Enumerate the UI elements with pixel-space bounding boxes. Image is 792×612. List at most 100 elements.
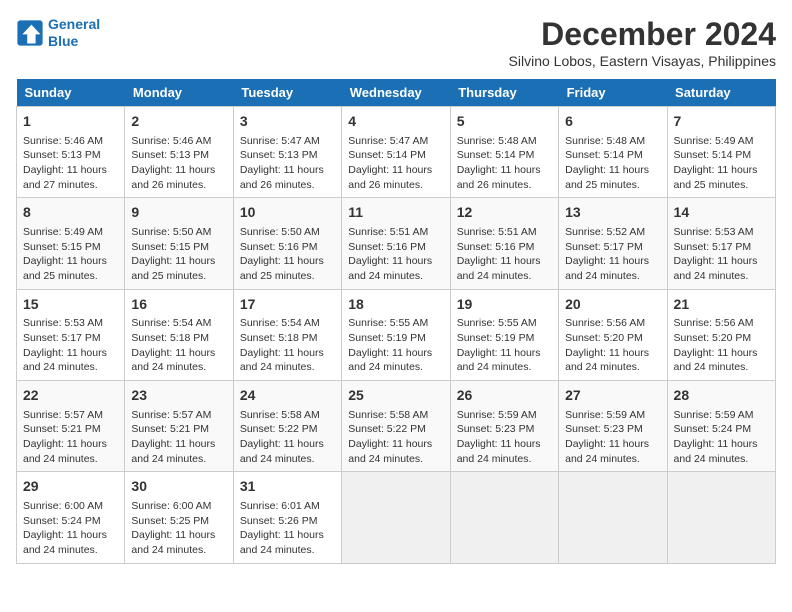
daylight-text: Daylight: 11 hours and 26 minutes. [457, 164, 541, 191]
day-number: 4 [348, 112, 443, 132]
day-number: 2 [131, 112, 226, 132]
day-number: 24 [240, 386, 335, 406]
sunrise-text: Sunrise: 5:49 AM [674, 135, 754, 147]
logo-text: General Blue [48, 16, 100, 50]
header-tuesday: Tuesday [233, 79, 341, 107]
calendar-cell: 21Sunrise: 5:56 AMSunset: 5:20 PMDayligh… [667, 289, 775, 380]
sunset-text: Sunset: 5:17 PM [565, 241, 643, 253]
calendar-cell: 3Sunrise: 5:47 AMSunset: 5:13 PMDaylight… [233, 107, 341, 198]
day-number: 9 [131, 203, 226, 223]
day-number: 30 [131, 477, 226, 497]
calendar-cell: 20Sunrise: 5:56 AMSunset: 5:20 PMDayligh… [559, 289, 667, 380]
sunrise-text: Sunrise: 5:50 AM [131, 226, 211, 238]
daylight-text: Daylight: 11 hours and 25 minutes. [240, 255, 324, 282]
sunrise-text: Sunrise: 5:51 AM [457, 226, 537, 238]
calendar-week-row: 1Sunrise: 5:46 AMSunset: 5:13 PMDaylight… [17, 107, 776, 198]
sunset-text: Sunset: 5:15 PM [131, 241, 209, 253]
calendar-cell: 19Sunrise: 5:55 AMSunset: 5:19 PMDayligh… [450, 289, 558, 380]
daylight-text: Daylight: 11 hours and 24 minutes. [240, 438, 324, 465]
daylight-text: Daylight: 11 hours and 24 minutes. [565, 347, 649, 374]
sunset-text: Sunset: 5:15 PM [23, 241, 101, 253]
calendar-week-row: 22 Sunrise: 5:57 AM Sunset: 5:21 PM Dayligh… [17, 381, 776, 472]
sunset-text: Sunset: 5:20 PM [674, 332, 752, 344]
daylight-text: Daylight: 11 hours and 25 minutes. [23, 255, 107, 282]
location-title: Silvino Lobos, Eastern Visayas, Philippi… [509, 53, 776, 69]
header-friday: Friday [559, 79, 667, 107]
day-number: 26 [457, 386, 552, 406]
day-number: 17 [240, 295, 335, 315]
sunset-text: Sunset: 5:13 PM [23, 149, 101, 161]
sunset-text: Sunset: 5:16 PM [348, 241, 426, 253]
sunset-text: Sunset: 5:13 PM [131, 149, 209, 161]
daylight-text: Daylight: 11 hours and 24 minutes. [457, 347, 541, 374]
day-number: 22 [23, 386, 118, 406]
sunrise-text: Sunrise: 6:01 AM [240, 500, 320, 512]
sunset-text: Sunset: 5:21 PM [131, 423, 209, 435]
calendar-cell: 22Sunrise: 5:57 AMSunset: 5:21 PMDayligh… [17, 381, 125, 472]
calendar-cell: 10Sunrise: 5:50 AMSunset: 5:16 PMDayligh… [233, 198, 341, 289]
sunrise-text: Sunrise: 5:49 AM [23, 226, 103, 238]
sunset-text: Sunset: 5:17 PM [674, 241, 752, 253]
day-number: 28 [674, 386, 769, 406]
daylight-text: Daylight: 11 hours and 24 minutes. [457, 255, 541, 282]
day-number: 6 [565, 112, 660, 132]
calendar-cell: 25Sunrise: 5:58 AMSunset: 5:22 PMDayligh… [342, 381, 450, 472]
daylight-text: Daylight: 11 hours and 24 minutes. [131, 438, 215, 465]
sunset-text: Sunset: 5:21 PM [23, 423, 101, 435]
sunset-text: Sunset: 5:25 PM [131, 515, 209, 527]
sunset-text: Sunset: 5:16 PM [240, 241, 318, 253]
sunset-text: Sunset: 5:23 PM [457, 423, 535, 435]
day-number: 13 [565, 203, 660, 223]
sunset-text: Sunset: 5:16 PM [457, 241, 535, 253]
header-saturday: Saturday [667, 79, 775, 107]
sunrise-text: Sunrise: 5:56 AM [674, 317, 754, 329]
day-number: 10 [240, 203, 335, 223]
sunrise-text: Sunrise: 5:58 AM [240, 409, 320, 421]
calendar-cell: 24 Sunrise: 5:58 AM Sunset: 5:22 PM Dayligh… [233, 381, 341, 472]
sunrise-text: Sunrise: 6:00 AM [23, 500, 103, 512]
calendar-cell: 6Sunrise: 5:48 AMSunset: 5:14 PMDaylight… [559, 107, 667, 198]
daylight-text: Daylight: 11 hours and 24 minutes. [457, 438, 541, 465]
header-wednesday: Wednesday [342, 79, 450, 107]
sunset-text: Sunset: 5:22 PM [348, 423, 426, 435]
calendar-cell: 1Sunrise: 5:46 AMSunset: 5:13 PMDaylight… [17, 107, 125, 198]
daylight-text: Daylight: 11 hours and 24 minutes. [674, 347, 758, 374]
calendar-cell: 28Sunrise: 5:59 AMSunset: 5:24 PMDayligh… [667, 381, 775, 472]
sunrise-text: Sunrise: 5:48 AM [565, 135, 645, 147]
header-monday: Monday [125, 79, 233, 107]
sunset-text: Sunset: 5:22 PM [240, 423, 318, 435]
day-number: 20 [565, 295, 660, 315]
calendar-week-row: 29Sunrise: 6:00 AMSunset: 5:24 PMDayligh… [17, 472, 776, 563]
daylight-text: Daylight: 11 hours and 26 minutes. [348, 164, 432, 191]
daylight-text: Daylight: 11 hours and 24 minutes. [23, 529, 107, 556]
calendar-cell: 5Sunrise: 5:48 AMSunset: 5:14 PMDaylight… [450, 107, 558, 198]
calendar-table: Sunday Monday Tuesday Wednesday Thursday… [16, 79, 776, 564]
daylight-text: Daylight: 11 hours and 24 minutes. [565, 255, 649, 282]
sunset-text: Sunset: 5:13 PM [240, 149, 318, 161]
sunrise-text: Sunrise: 6:00 AM [131, 500, 211, 512]
daylight-text: Daylight: 11 hours and 26 minutes. [240, 164, 324, 191]
day-number: 31 [240, 477, 335, 497]
sunrise-text: Sunrise: 5:53 AM [674, 226, 754, 238]
calendar-cell [559, 472, 667, 563]
sunset-text: Sunset: 5:26 PM [240, 515, 318, 527]
day-number: 3 [240, 112, 335, 132]
day-number: 12 [457, 203, 552, 223]
sunrise-text: Sunrise: 5:51 AM [348, 226, 428, 238]
sunset-text: Sunset: 5:23 PM [565, 423, 643, 435]
daylight-text: Daylight: 11 hours and 24 minutes. [348, 347, 432, 374]
sunrise-text: Sunrise: 5:59 AM [457, 409, 537, 421]
calendar-cell: 17Sunrise: 5:54 AMSunset: 5:18 PMDayligh… [233, 289, 341, 380]
sunrise-text: Sunrise: 5:57 AM [131, 409, 211, 421]
calendar-cell: 11Sunrise: 5:51 AMSunset: 5:16 PMDayligh… [342, 198, 450, 289]
day-number: 7 [674, 112, 769, 132]
daylight-text: Daylight: 11 hours and 24 minutes. [348, 438, 432, 465]
logo-icon [16, 19, 44, 47]
sunset-text: Sunset: 5:14 PM [674, 149, 752, 161]
sunset-text: Sunset: 5:17 PM [23, 332, 101, 344]
calendar-cell: 2Sunrise: 5:46 AMSunset: 5:13 PMDaylight… [125, 107, 233, 198]
calendar-cell: 7Sunrise: 5:49 AMSunset: 5:14 PMDaylight… [667, 107, 775, 198]
sunrise-text: Sunrise: 5:54 AM [240, 317, 320, 329]
sunset-text: Sunset: 5:20 PM [565, 332, 643, 344]
daylight-text: Daylight: 11 hours and 25 minutes. [565, 164, 649, 191]
